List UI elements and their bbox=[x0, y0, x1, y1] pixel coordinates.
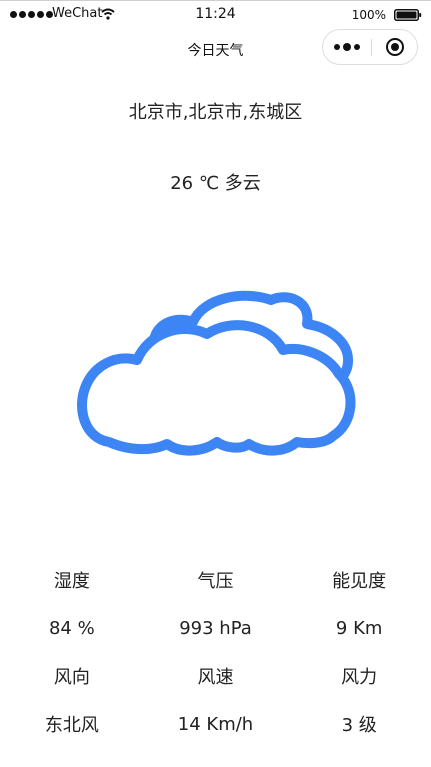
visibility-value: 9 Km bbox=[335, 617, 383, 639]
pressure-value: 993 hPa bbox=[179, 617, 252, 639]
weather-condition: 多云 bbox=[224, 173, 261, 194]
title-bar: 今日天气 bbox=[0, 28, 431, 70]
temperature-value: 26 ℃ bbox=[170, 173, 220, 194]
stats-value-row: 84 % 993 hPa 9 Km bbox=[0, 604, 431, 652]
wind-force-value: 3 级 bbox=[341, 715, 377, 736]
wind-force-label: 风力 bbox=[341, 667, 378, 688]
wind-speed-label: 风速 bbox=[197, 667, 234, 688]
close-icon bbox=[386, 38, 404, 56]
menu-capsule bbox=[322, 29, 418, 65]
wind-speed-value: 14 Km/h bbox=[177, 713, 254, 735]
location-label: 北京市,北京市,东城区 bbox=[128, 102, 303, 123]
close-button[interactable] bbox=[372, 30, 418, 64]
visibility-label: 能见度 bbox=[332, 571, 387, 592]
battery-icon bbox=[394, 9, 422, 21]
stats-value-row: 东北风 14 Km/h 3 级 bbox=[0, 700, 431, 748]
more-icon bbox=[334, 43, 360, 51]
humidity-value: 84 % bbox=[48, 617, 95, 639]
stats-label-row: 风向 风速 风力 bbox=[0, 652, 431, 700]
humidity-label: 湿度 bbox=[53, 571, 90, 592]
weather-stats-grid: 湿度 气压 能见度 84 % 993 hPa 9 Km 风向 风速 风力 东北风… bbox=[0, 556, 431, 748]
wind-direction-value: 东北风 bbox=[44, 715, 99, 736]
battery-percent: 100% bbox=[351, 8, 386, 22]
more-button[interactable] bbox=[323, 30, 371, 64]
pressure-label: 气压 bbox=[197, 571, 234, 592]
status-bar: WeChat 11:24 100% bbox=[0, 0, 431, 28]
wind-direction-label: 风向 bbox=[53, 667, 90, 688]
cloudy-icon bbox=[77, 290, 356, 456]
temperature-line: 26 ℃ 多云 bbox=[0, 169, 431, 195]
stats-label-row: 湿度 气压 能见度 bbox=[0, 556, 431, 604]
